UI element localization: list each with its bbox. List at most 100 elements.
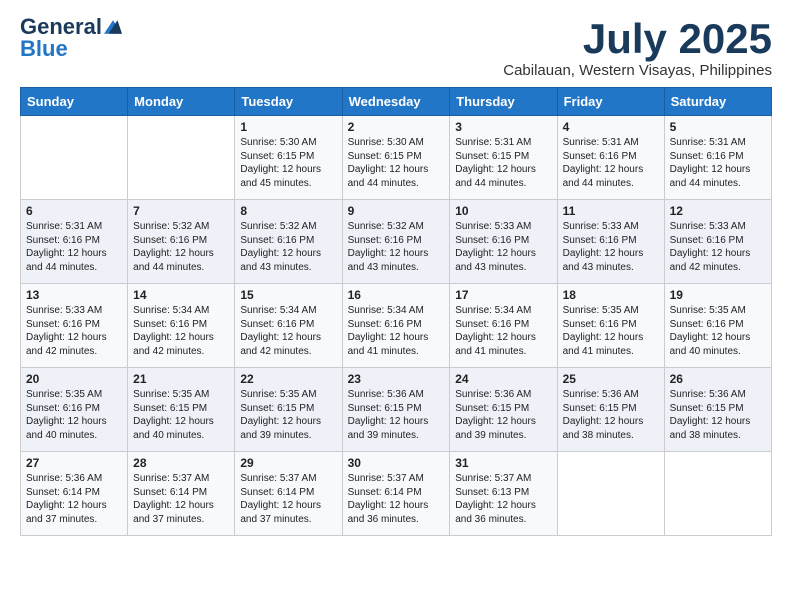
calendar-cell: 2 Sunrise: 5:30 AM Sunset: 6:15 PM Daylig… (342, 116, 450, 200)
day-number: 11 (563, 204, 659, 218)
calendar-cell: 16 Sunrise: 5:34 AM Sunset: 6:16 PM Dayli… (342, 284, 450, 368)
day-number: 13 (26, 288, 122, 302)
day-number: 7 (133, 204, 229, 218)
logo-icon (104, 18, 122, 36)
day-info: Sunrise: 5:35 AM Sunset: 6:16 PM Dayligh… (563, 304, 659, 358)
calendar-cell: 13 Sunrise: 5:33 AM Sunset: 6:16 PM Dayli… (21, 284, 128, 368)
calendar-cell: 23Sunrise: 5:36 AM Sunset: 6:15 PM Dayli… (342, 368, 450, 452)
logo-general: General (20, 16, 102, 38)
day-info: Sunrise: 5:37 AM Sunset: 6:13 PM Dayligh… (455, 472, 551, 526)
weekday-wednesday: Wednesday (342, 88, 450, 116)
day-info: Sunrise: 5:37 AM Sunset: 6:14 PM Dayligh… (133, 472, 229, 526)
calendar-cell (128, 116, 235, 200)
calendar-cell: 30 Sunrise: 5:37 AM Sunset: 6:14 PM Dayli… (342, 452, 450, 536)
day-info: Sunrise: 5:31 AM Sunset: 6:16 PM Dayligh… (670, 136, 766, 190)
weekday-header-row: SundayMondayTuesdayWednesdayThursdayFrid… (21, 88, 772, 116)
day-info: Sunrise: 5:32 AM Sunset: 6:16 PM Dayligh… (133, 220, 229, 274)
day-number: 10 (455, 204, 551, 218)
day-number: 15 (240, 288, 336, 302)
day-number: 20 (26, 372, 122, 386)
day-number: 25 (563, 372, 659, 386)
day-info: Sunrise: 5:33 AM Sunset: 6:16 PM Dayligh… (455, 220, 551, 274)
weekday-monday: Monday (128, 88, 235, 116)
day-number: 26 (670, 372, 766, 386)
day-info: Sunrise: 5:30 AM Sunset: 6:15 PM Dayligh… (348, 136, 445, 190)
calendar-cell (664, 452, 771, 536)
day-number: 3 (455, 120, 551, 134)
day-number: 12 (670, 204, 766, 218)
day-number: 5 (670, 120, 766, 134)
day-number: 18 (563, 288, 659, 302)
calendar-cell: 15 Sunrise: 5:34 AM Sunset: 6:16 PM Dayli… (235, 284, 342, 368)
calendar: SundayMondayTuesdayWednesdayThursdayFrid… (20, 87, 772, 536)
calendar-cell: 24 Sunrise: 5:36 AM Sunset: 6:15 PM Dayli… (450, 368, 557, 452)
weekday-friday: Friday (557, 88, 664, 116)
calendar-cell: 20Sunrise: 5:35 AM Sunset: 6:16 PM Dayli… (21, 368, 128, 452)
calendar-cell: 4 Sunrise: 5:31 AM Sunset: 6:16 PM Daylig… (557, 116, 664, 200)
calendar-cell: 25Sunrise: 5:36 AM Sunset: 6:15 PM Dayli… (557, 368, 664, 452)
calendar-cell: 12Sunrise: 5:33 AM Sunset: 6:16 PM Dayli… (664, 200, 771, 284)
day-info: Sunrise: 5:31 AM Sunset: 6:16 PM Dayligh… (563, 136, 659, 190)
day-number: 28 (133, 456, 229, 470)
day-info: Sunrise: 5:36 AM Sunset: 6:15 PM Dayligh… (670, 388, 766, 442)
day-info: Sunrise: 5:35 AM Sunset: 6:15 PM Dayligh… (133, 388, 229, 442)
day-info: Sunrise: 5:34 AM Sunset: 6:16 PM Dayligh… (133, 304, 229, 358)
week-row-2: 6Sunrise: 5:31 AM Sunset: 6:16 PM Daylig… (21, 200, 772, 284)
day-number: 21 (133, 372, 229, 386)
day-info: Sunrise: 5:36 AM Sunset: 6:14 PM Dayligh… (26, 472, 122, 526)
logo: General Blue (20, 16, 122, 60)
weekday-saturday: Saturday (664, 88, 771, 116)
week-row-3: 13 Sunrise: 5:33 AM Sunset: 6:16 PM Dayli… (21, 284, 772, 368)
calendar-cell: 31Sunrise: 5:37 AM Sunset: 6:13 PM Dayli… (450, 452, 557, 536)
calendar-cell: 11 Sunrise: 5:33 AM Sunset: 6:16 PM Dayli… (557, 200, 664, 284)
weekday-thursday: Thursday (450, 88, 557, 116)
day-number: 19 (670, 288, 766, 302)
calendar-cell (557, 452, 664, 536)
calendar-cell: 10 Sunrise: 5:33 AM Sunset: 6:16 PM Dayli… (450, 200, 557, 284)
calendar-cell: 29Sunrise: 5:37 AM Sunset: 6:14 PM Dayli… (235, 452, 342, 536)
day-info: Sunrise: 5:33 AM Sunset: 6:16 PM Dayligh… (563, 220, 659, 274)
day-number: 22 (240, 372, 336, 386)
title-block: July 2025 Cabilauan, Western Visayas, Ph… (503, 16, 772, 79)
week-row-5: 27 Sunrise: 5:36 AM Sunset: 6:14 PM Dayli… (21, 452, 772, 536)
day-number: 1 (240, 120, 336, 134)
day-info: Sunrise: 5:33 AM Sunset: 6:16 PM Dayligh… (26, 304, 122, 358)
calendar-cell: 1Sunrise: 5:30 AM Sunset: 6:15 PM Daylig… (235, 116, 342, 200)
day-info: Sunrise: 5:34 AM Sunset: 6:16 PM Dayligh… (348, 304, 445, 358)
day-number: 8 (240, 204, 336, 218)
day-number: 2 (348, 120, 445, 134)
month-title: July 2025 (503, 16, 772, 62)
week-row-4: 20Sunrise: 5:35 AM Sunset: 6:16 PM Dayli… (21, 368, 772, 452)
week-row-1: 1 Sunrise: 5:30 AM Sunset: 6:15 PM Daylig… (21, 116, 772, 200)
calendar-cell: 3Sunrise: 5:31 AM Sunset: 6:15 PM Daylig… (450, 116, 557, 200)
day-info: Sunrise: 5:34 AM Sunset: 6:16 PM Dayligh… (240, 304, 336, 358)
calendar-cell: 22 Sunrise: 5:35 AM Sunset: 6:15 PM Dayli… (235, 368, 342, 452)
day-info: Sunrise: 5:35 AM Sunset: 6:15 PM Dayligh… (240, 388, 336, 442)
calendar-cell: 14Sunrise: 5:34 AM Sunset: 6:16 PM Dayli… (128, 284, 235, 368)
day-number: 4 (563, 120, 659, 134)
calendar-cell: 5 Sunrise: 5:31 AM Sunset: 6:16 PM Daylig… (664, 116, 771, 200)
day-number: 6 (26, 204, 122, 218)
page-header: General Blue July 2025 Cabilauan, Wester… (20, 16, 772, 79)
calendar-cell: 18 Sunrise: 5:35 AM Sunset: 6:16 PM Dayli… (557, 284, 664, 368)
calendar-cell: 9Sunrise: 5:32 AM Sunset: 6:16 PM Daylig… (342, 200, 450, 284)
logo-blue: Blue (20, 38, 68, 60)
day-info: Sunrise: 5:34 AM Sunset: 6:16 PM Dayligh… (455, 304, 551, 358)
calendar-cell: 28 Sunrise: 5:37 AM Sunset: 6:14 PM Dayli… (128, 452, 235, 536)
day-number: 30 (348, 456, 445, 470)
day-info: Sunrise: 5:32 AM Sunset: 6:16 PM Dayligh… (348, 220, 445, 274)
calendar-cell: 21 Sunrise: 5:35 AM Sunset: 6:15 PM Dayli… (128, 368, 235, 452)
day-info: Sunrise: 5:32 AM Sunset: 6:16 PM Dayligh… (240, 220, 336, 274)
day-number: 27 (26, 456, 122, 470)
day-number: 24 (455, 372, 551, 386)
day-number: 23 (348, 372, 445, 386)
day-info: Sunrise: 5:37 AM Sunset: 6:14 PM Dayligh… (348, 472, 445, 526)
day-info: Sunrise: 5:36 AM Sunset: 6:15 PM Dayligh… (455, 388, 551, 442)
day-number: 16 (348, 288, 445, 302)
calendar-cell: 17 Sunrise: 5:34 AM Sunset: 6:16 PM Dayli… (450, 284, 557, 368)
calendar-cell: 7 Sunrise: 5:32 AM Sunset: 6:16 PM Daylig… (128, 200, 235, 284)
calendar-cell: 8 Sunrise: 5:32 AM Sunset: 6:16 PM Daylig… (235, 200, 342, 284)
weekday-tuesday: Tuesday (235, 88, 342, 116)
day-number: 17 (455, 288, 551, 302)
calendar-cell: 6Sunrise: 5:31 AM Sunset: 6:16 PM Daylig… (21, 200, 128, 284)
